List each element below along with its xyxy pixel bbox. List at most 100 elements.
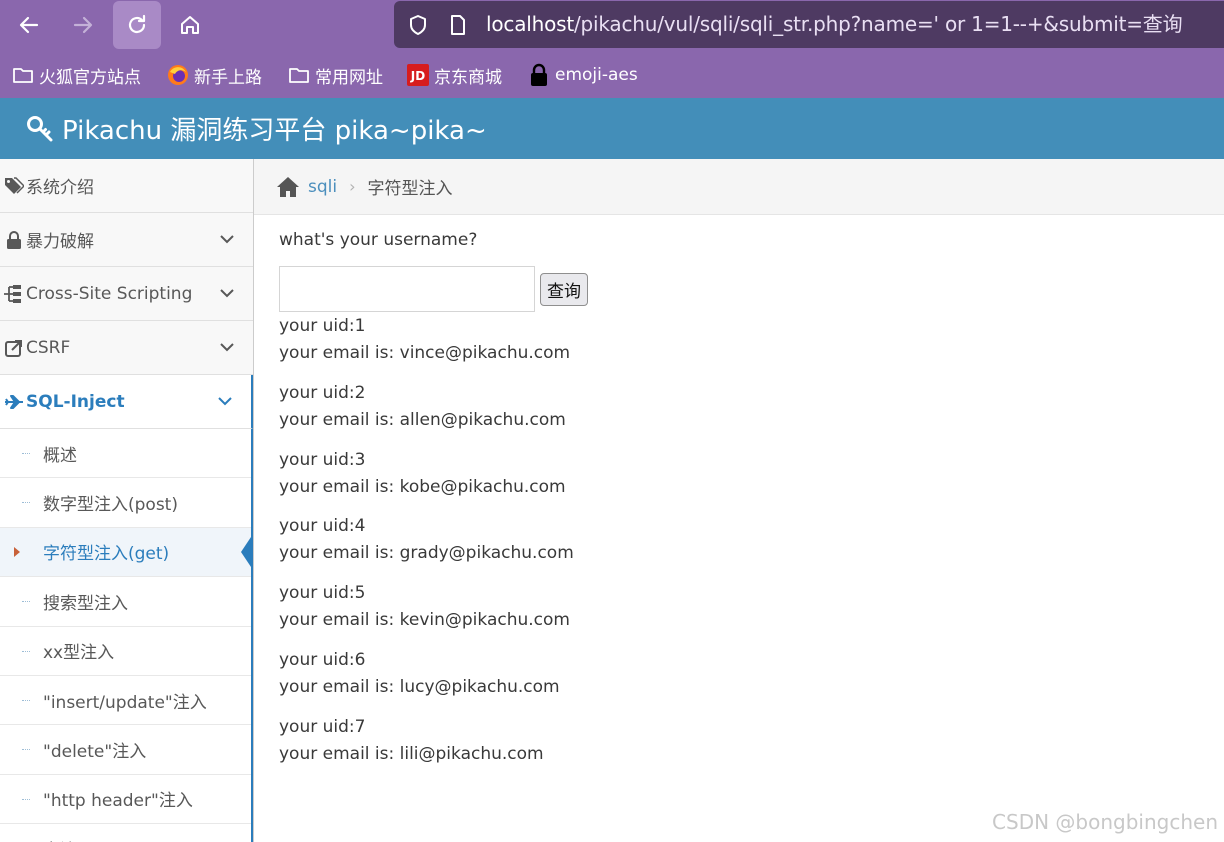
- sitemap-icon: [4, 284, 24, 304]
- submenu-item[interactable]: "insert/update"注入: [0, 676, 251, 726]
- result-email: your email is: allen@pikachu.com: [279, 409, 566, 430]
- submenu-item[interactable]: "delete"注入: [0, 725, 251, 775]
- submenu-item-label: "insert/update"注入: [43, 692, 207, 713]
- submenu-item[interactable]: "http header"注入: [0, 775, 251, 825]
- result-item: your uid:2 your email is: allen@pikachu.…: [279, 380, 879, 447]
- lock-icon: [528, 63, 550, 86]
- page-info-icon[interactable]: [446, 13, 470, 37]
- bookmark-label: 新手上路: [194, 67, 262, 88]
- forward-arrow-icon: [73, 16, 93, 34]
- bookmark-item[interactable]: emoji-aes: [528, 52, 638, 98]
- sidebar-item-sql-inject[interactable]: SQL-Inject: [0, 375, 253, 429]
- submenu-item-label: xx型注入: [43, 643, 115, 664]
- result-email: your email is: vince@pikachu.com: [279, 343, 571, 363]
- jd-icon: JD: [407, 64, 429, 86]
- sidebar-item-csrf[interactable]: CSRF: [0, 321, 253, 375]
- submenu-item-label: 盲注: [43, 836, 77, 842]
- breadcrumb-current: 字符型注入: [367, 179, 453, 199]
- watermark: CSDN @bongbingchen: [992, 810, 1218, 834]
- chevron-down-icon: [218, 397, 232, 406]
- bookmark-item[interactable]: 新手上路: [167, 52, 262, 98]
- submenu-item[interactable]: 搜索型注入: [0, 577, 251, 627]
- result-email: your email is: lili@pikachu.com: [279, 743, 544, 764]
- sidebar: 系统介绍 暴力破解 Cross-Site Scripting CSRF SQL-…: [0, 159, 254, 842]
- key-icon: [27, 115, 53, 141]
- sidebar-item-bruteforce[interactable]: 暴力破解: [0, 213, 253, 267]
- result-item: your uid:1 your email is: vince@pikachu.…: [279, 313, 879, 380]
- site-title[interactable]: Pikachu 漏洞练习平台 pika~pika~: [26, 98, 487, 159]
- folder-icon: [288, 64, 310, 86]
- active-marker-icon: [241, 533, 253, 570]
- reload-icon: [128, 14, 146, 34]
- shield-icon[interactable]: [406, 13, 430, 37]
- result-uid: your uid:1: [279, 316, 366, 336]
- forward-button[interactable]: [59, 1, 107, 49]
- result-uid: your uid:6: [279, 649, 366, 670]
- submenu-item-label: 搜索型注入: [43, 593, 128, 614]
- submit-button[interactable]: 查询: [540, 272, 588, 306]
- submenu-item[interactable]: 概述: [0, 429, 251, 479]
- result-email: your email is: lucy@pikachu.com: [279, 676, 560, 697]
- back-arrow-icon: [19, 16, 39, 34]
- home-button[interactable]: [166, 1, 214, 49]
- main-content: what's your username? 查询 your uid:1 your…: [279, 226, 1179, 764]
- result-email: your email is: kobe@pikachu.com: [279, 476, 566, 497]
- submenu-item[interactable]: xx型注入: [0, 627, 251, 676]
- sidebar-item-xss[interactable]: Cross-Site Scripting: [0, 267, 253, 321]
- chevron-down-icon: [220, 235, 234, 244]
- address-bar[interactable]: localhost/pikachu/vul/sqli/sqli_str.php?…: [394, 1, 1224, 48]
- reload-button[interactable]: [113, 1, 161, 49]
- sidebar-item-intro[interactable]: 系统介绍: [0, 159, 253, 213]
- share-icon: [4, 338, 24, 358]
- svg-text:JD: JD: [410, 69, 425, 83]
- caret-right-icon: [14, 546, 20, 557]
- bookmark-item[interactable]: 火狐官方站点: [12, 52, 141, 98]
- browser-toolbar: localhost/pikachu/vul/sqli/sqli_str.php?…: [0, 0, 1224, 52]
- bookmark-item[interactable]: JD 京东商城: [407, 52, 502, 98]
- breadcrumb: sqli › 字符型注入: [254, 159, 1224, 215]
- sidebar-item-label: 暴力破解: [26, 232, 94, 252]
- result-uid: your uid:7: [279, 716, 366, 737]
- result-uid: your uid:3: [279, 449, 366, 470]
- bookmark-item[interactable]: 常用网址: [288, 52, 383, 98]
- submenu-item-label: 概述: [43, 445, 77, 466]
- bookmark-label: 京东商城: [434, 67, 502, 88]
- submenu-item-label: "http header"注入: [43, 791, 193, 812]
- result-uid: your uid:4: [279, 516, 366, 537]
- result-item: your uid:6 your email is: lucy@pikachu.c…: [279, 647, 879, 714]
- home-icon[interactable]: [276, 176, 300, 198]
- submenu-item[interactable]: 盲注: [0, 824, 251, 842]
- result-email: your email is: grady@pikachu.com: [279, 543, 574, 564]
- plane-icon: [4, 392, 24, 412]
- sql-inject-submenu: 概述 数字型注入(post) 字符型注入(get) 搜索型注入 xx型注入 "i…: [0, 429, 253, 842]
- url-text[interactable]: localhost/pikachu/vul/sqli/sqli_str.php?…: [486, 1, 1183, 48]
- results-list: your uid:1 your email is: vince@pikachu.…: [279, 313, 879, 781]
- sidebar-item-label: SQL-Inject: [26, 391, 125, 412]
- submenu-item[interactable]: 数字型注入(post): [0, 478, 251, 528]
- submenu-item-label: "delete"注入: [43, 742, 147, 763]
- lock-icon: [4, 230, 24, 250]
- result-email: your email is: kevin@pikachu.com: [279, 610, 570, 631]
- bookmark-label: emoji-aes: [555, 65, 638, 85]
- site-header: Pikachu 漏洞练习平台 pika~pika~: [0, 98, 1224, 159]
- submenu-item-label: 数字型注入(post): [43, 495, 178, 516]
- bookmarks-bar: 火狐官方站点 新手上路 常用网址 JD 京东商城 emoji-aes: [0, 52, 1224, 98]
- back-button[interactable]: [5, 1, 53, 49]
- bookmark-label: 火狐官方站点: [39, 67, 141, 88]
- sidebar-item-label: Cross-Site Scripting: [26, 283, 193, 304]
- sidebar-item-label: CSRF: [26, 337, 71, 358]
- chevron-down-icon: [220, 343, 234, 352]
- result-uid: your uid:5: [279, 583, 366, 604]
- home-icon: [181, 16, 199, 34]
- username-question: what's your username?: [279, 230, 478, 250]
- breadcrumb-link[interactable]: sqli: [308, 177, 337, 197]
- submenu-item-active[interactable]: 字符型注入(get): [0, 527, 253, 578]
- result-item: your uid:3 your email is: kobe@pikachu.c…: [279, 447, 879, 514]
- result-item: your uid:4 your email is: grady@pikachu.…: [279, 513, 879, 580]
- firefox-icon: [167, 64, 189, 86]
- result-item: your uid:7 your email is: lili@pikachu.c…: [279, 714, 879, 781]
- query-form: 查询: [279, 266, 588, 312]
- username-input[interactable]: [279, 266, 535, 312]
- submenu-item-label: 字符型注入(get): [43, 544, 170, 565]
- site-title-text: Pikachu 漏洞练习平台 pika~pika~: [62, 116, 487, 146]
